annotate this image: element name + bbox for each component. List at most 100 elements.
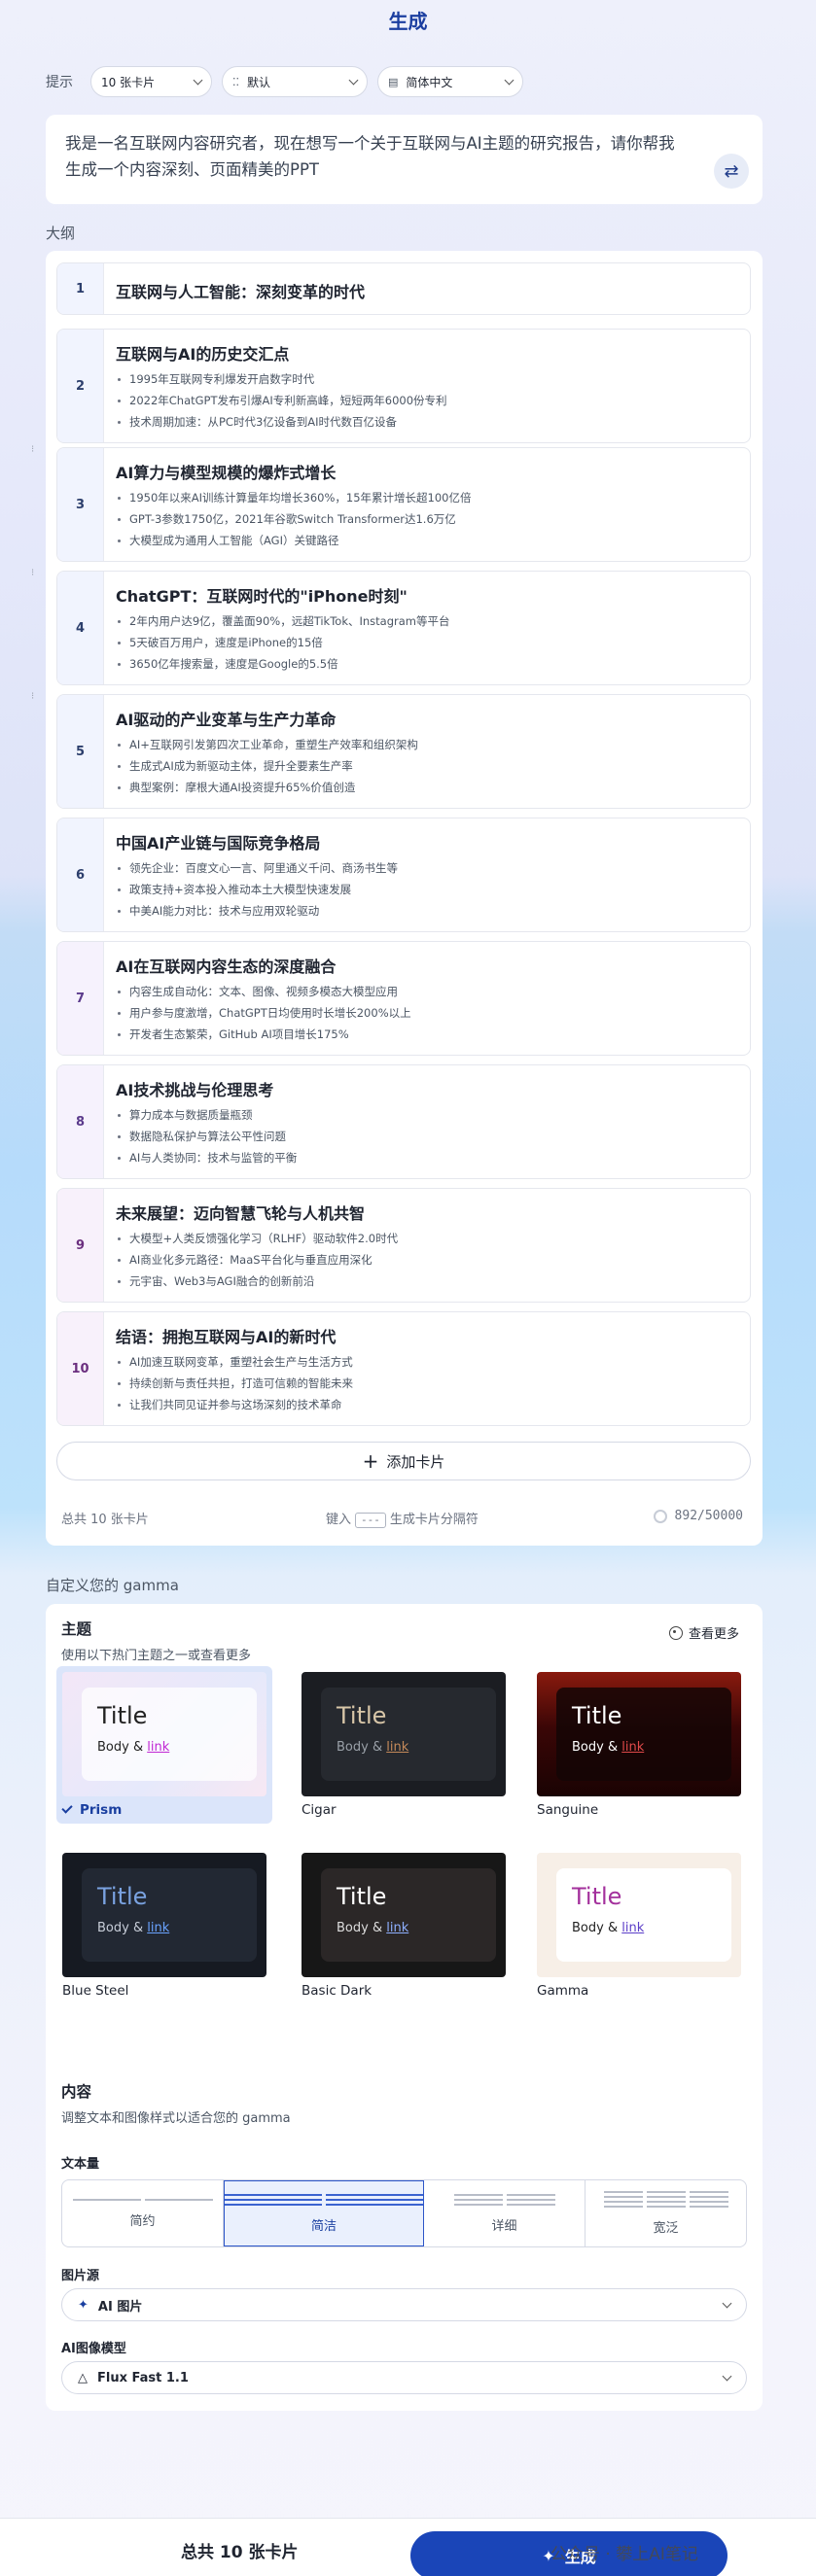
card-bullet[interactable]: GPT-3参数1750亿，2021年谷歌Switch Transformer达1… bbox=[116, 508, 471, 530]
drag-handle-icon[interactable]: ⁝ bbox=[31, 445, 41, 465]
card-title[interactable]: 未来展望：迈向智慧飞轮与人机共智 bbox=[116, 1201, 365, 1224]
card-bullet[interactable]: 5天破百万用户，速度是iPhone的15倍 bbox=[116, 632, 450, 653]
card-bullet[interactable]: 典型案例：摩根大通AI投资提升65%价值创造 bbox=[116, 777, 418, 798]
separator-hint: 键入 --- 生成卡片分隔符 bbox=[326, 1509, 479, 1528]
card-bullet[interactable]: AI+互联网引发第四次工业革命，重塑生产效率和组织架构 bbox=[116, 734, 418, 755]
text-amount-option[interactable]: 详细 bbox=[424, 2180, 585, 2246]
theme-preview-body: Body & link bbox=[572, 1740, 716, 1755]
card-bullet[interactable]: AI与人类协同：技术与监管的平衡 bbox=[116, 1147, 297, 1168]
card-title[interactable]: 互联网与AI的历史交汇点 bbox=[116, 341, 289, 365]
card-bullet[interactable]: 大模型成为通用人工智能（AGI）关键路径 bbox=[116, 530, 471, 551]
theme-option[interactable]: Title Body & link Sanguine bbox=[537, 1672, 741, 1818]
text-amount-label: 宽泛 bbox=[653, 2221, 679, 2236]
card-bullet[interactable]: 3650亿年搜索量，速度是Google的5.5倍 bbox=[116, 653, 450, 675]
card-bullet[interactable]: 开发者生态繁荣，GitHub AI项目增长175% bbox=[116, 1024, 411, 1045]
outline-card[interactable]: 2 互联网与AI的历史交汇点 1995年互联网专利爆发开启数字时代 2022年Chat… bbox=[56, 329, 751, 443]
outline-label: 大纲 bbox=[46, 225, 76, 242]
card-bullet[interactable]: AI加速互联网变革，重塑社会生产与生活方式 bbox=[116, 1351, 353, 1373]
card-bullet[interactable]: 政策支持+资本投入推动本土大模型快速发展 bbox=[116, 879, 398, 900]
text-amount-selector: 简约 简洁 详细 宽泛 bbox=[61, 2179, 747, 2247]
card-bullet[interactable]: 生成式AI成为新驱动主体，提升全要素生产率 bbox=[116, 755, 418, 777]
card-title[interactable]: AI算力与模型规模的爆炸式增长 bbox=[116, 460, 336, 483]
outline-panel: 1 互联网与人工智能：深刻变革的时代 2 互联网与AI的历史交汇点 1995年互联网专利… bbox=[31, 251, 763, 1546]
card-title[interactable]: 结语：拥抱互联网与AI的新时代 bbox=[116, 1324, 336, 1347]
card-bullet[interactable]: 持续创新与责任共担，打造可信赖的智能未来 bbox=[116, 1373, 353, 1394]
card-bullet[interactable]: 算力成本与数据质量瓶颈 bbox=[116, 1104, 297, 1126]
drag-handle-icon[interactable]: ⁝ bbox=[31, 692, 41, 712]
chevron-down-icon bbox=[193, 75, 203, 85]
language-icon: ▤ bbox=[388, 75, 399, 88]
char-counter: 892/50000 bbox=[653, 1509, 743, 1523]
card-bullet[interactable]: 2年内用户达9亿，覆盖面90%，远超TikTok、Instagram等平台 bbox=[116, 610, 450, 632]
theme-name-row: Blue Steel bbox=[62, 1983, 266, 1999]
content-heading: 内容 bbox=[61, 2083, 92, 2101]
card-bullet[interactable]: AI商业化多元路径：MaaS平台化与垂直应用深化 bbox=[116, 1249, 398, 1271]
outline-card[interactable]: 6 中国AI产业链与国际竞争格局 领先企业：百度文心一言、阿里通义千问、商汤书生等政… bbox=[56, 818, 751, 932]
prompt-text[interactable]: 我是一名互联网内容研究者，现在想写一个关于互联网与AI主题的研究报告，请你帮我生… bbox=[65, 130, 688, 183]
outline-card[interactable]: 1 互联网与人工智能：深刻变革的时代 bbox=[56, 262, 751, 315]
card-bullet[interactable]: 2022年ChatGPT发布引爆AI专利新高峰，短短两年6000份专利 bbox=[116, 390, 447, 411]
card-bullet[interactable]: 元宇宙、Web3与AGI融合的创新前沿 bbox=[116, 1271, 398, 1292]
card-title[interactable]: ChatGPT：互联网时代的"iPhone时刻" bbox=[116, 583, 408, 607]
prompt-input[interactable]: 我是一名互联网内容研究者，现在想写一个关于互联网与AI主题的研究报告，请你帮我生… bbox=[46, 115, 763, 204]
card-title[interactable]: AI在互联网内容生态的深度融合 bbox=[116, 954, 336, 977]
theme-option[interactable]: Title Body & link Prism bbox=[56, 1666, 272, 1824]
card-bullet[interactable]: 数据隐私保护与算法公平性问题 bbox=[116, 1126, 297, 1147]
outline-total: 总共 10 张卡片 bbox=[61, 1513, 149, 1527]
text-amount-option[interactable]: 简约 bbox=[62, 2180, 224, 2246]
customize-panel: 主题 使用以下热门主题之一或查看更多 查看更多 Title Body & link… bbox=[46, 1604, 763, 2411]
card-bullet[interactable]: 1995年互联网专利爆发开启数字时代 bbox=[116, 368, 447, 390]
card-bullet[interactable]: 1950年以来AI训练计算量年均增长360%，15年累计增长超100亿倍 bbox=[116, 487, 471, 508]
outline-card[interactable]: 8 AI技术挑战与伦理思考 算力成本与数据质量瓶颈 数据隐私保护与算法公平性问题 AI与… bbox=[56, 1064, 751, 1179]
card-bullet[interactable]: 技术周期加速：从PC时代3亿设备到AI时代数百亿设备 bbox=[116, 411, 447, 433]
theme-preview-body: Body & link bbox=[572, 1921, 716, 1935]
text-amount-label: 简约 bbox=[129, 2213, 156, 2229]
theme-option[interactable]: Title Body & link Blue Steel bbox=[62, 1853, 266, 1999]
refresh-button[interactable]: ⇄ bbox=[714, 154, 749, 189]
image-model-select[interactable]: △ Flux Fast 1.1 bbox=[61, 2361, 747, 2394]
card-bullets: 2年内用户达9亿，覆盖面90%，远超TikTok、Instagram等平台 5天破… bbox=[116, 610, 450, 675]
card-count-select[interactable]: 10 张卡片 bbox=[90, 66, 212, 97]
card-title[interactable]: AI驱动的产业变革与生产力革命 bbox=[116, 707, 336, 730]
text-amount-option[interactable]: 简洁 bbox=[224, 2180, 424, 2246]
theme-option[interactable]: Title Body & link Basic Dark bbox=[302, 1853, 506, 1999]
outline-card[interactable]: 3 AI算力与模型规模的爆炸式增长 1950年以来AI训练计算量年均增长360%，1… bbox=[56, 447, 751, 562]
outline-card[interactable]: 7 AI在互联网内容生态的深度融合 内容生成自动化：文本、图像、视频多模态大模型应用… bbox=[56, 941, 751, 1056]
language-select[interactable]: ▤ 简体中文 bbox=[377, 66, 523, 97]
theme-name: Sanguine bbox=[537, 1802, 599, 1818]
theme-preview-title: Title bbox=[572, 1883, 622, 1910]
check-icon bbox=[61, 1802, 73, 1814]
card-title[interactable]: 中国AI产业链与国际竞争格局 bbox=[116, 830, 320, 853]
image-model-label: AI图像模型 bbox=[61, 2342, 126, 2356]
theme-preview-title: Title bbox=[572, 1702, 622, 1729]
image-source-select[interactable]: ✦ AI 图片 bbox=[61, 2288, 747, 2321]
card-bullet[interactable]: 大模型+人类反馈强化学习（RLHF）驱动软件2.0时代 bbox=[116, 1228, 398, 1249]
progress-ring-icon bbox=[653, 1509, 667, 1523]
add-card-label: 添加卡片 bbox=[386, 1452, 445, 1471]
theme-preview-card: Title Body & link bbox=[321, 1868, 496, 1962]
outline-card[interactable]: 9 未来展望：迈向智慧飞轮与人机共智 大模型+人类反馈强化学习（RLHF）驱动软件2… bbox=[56, 1188, 751, 1303]
add-card-button[interactable]: + 添加卡片 bbox=[56, 1442, 751, 1480]
card-title[interactable]: 互联网与人工智能：深刻变革的时代 bbox=[116, 279, 365, 302]
theme-body-text: Body & bbox=[337, 1740, 387, 1755]
card-bullet[interactable]: 领先企业：百度文心一言、阿里通义千问、商汤书生等 bbox=[116, 857, 398, 879]
card-bullet[interactable]: 用户参与度激增，ChatGPT日均使用时长增长200%以上 bbox=[116, 1002, 411, 1024]
theme-option[interactable]: Title Body & link Gamma bbox=[537, 1853, 741, 1999]
outline-card[interactable]: 5 AI驱动的产业变革与生产力革命 AI+互联网引发第四次工业革命，重塑生产效率和组… bbox=[56, 694, 751, 809]
theme-preview-card: Title Body & link bbox=[82, 1688, 257, 1781]
outline-card[interactable]: 4 ChatGPT：互联网时代的"iPhone时刻" 2年内用户达9亿，覆盖面90%… bbox=[56, 571, 751, 685]
card-title[interactable]: AI技术挑战与伦理思考 bbox=[116, 1077, 273, 1100]
drag-handle-icon[interactable]: ⁝ bbox=[31, 569, 41, 588]
chevron-down-icon bbox=[722, 2298, 732, 2308]
layout-select[interactable]: ⁚⁚ 默认 bbox=[222, 66, 368, 97]
see-more-button[interactable]: 查看更多 bbox=[668, 1623, 739, 1642]
theme-preview-title: Title bbox=[337, 1883, 387, 1910]
card-bullet[interactable]: 内容生成自动化：文本、图像、视频多模态大模型应用 bbox=[116, 981, 411, 1002]
card-number: 1 bbox=[57, 263, 104, 314]
text-amount-option[interactable]: 宽泛 bbox=[585, 2180, 746, 2246]
outline-card[interactable]: 10 结语：拥抱互联网与AI的新时代 AI加速互联网变革，重塑社会生产与生活方式 持续… bbox=[56, 1311, 751, 1426]
theme-name-row: Cigar bbox=[302, 1802, 506, 1818]
card-bullet[interactable]: 让我们共同见证并参与这场深刻的技术革命 bbox=[116, 1394, 353, 1415]
card-bullet[interactable]: 中美AI能力对比：技术与应用双轮驱动 bbox=[116, 900, 398, 922]
theme-option[interactable]: Title Body & link Cigar bbox=[302, 1672, 506, 1818]
